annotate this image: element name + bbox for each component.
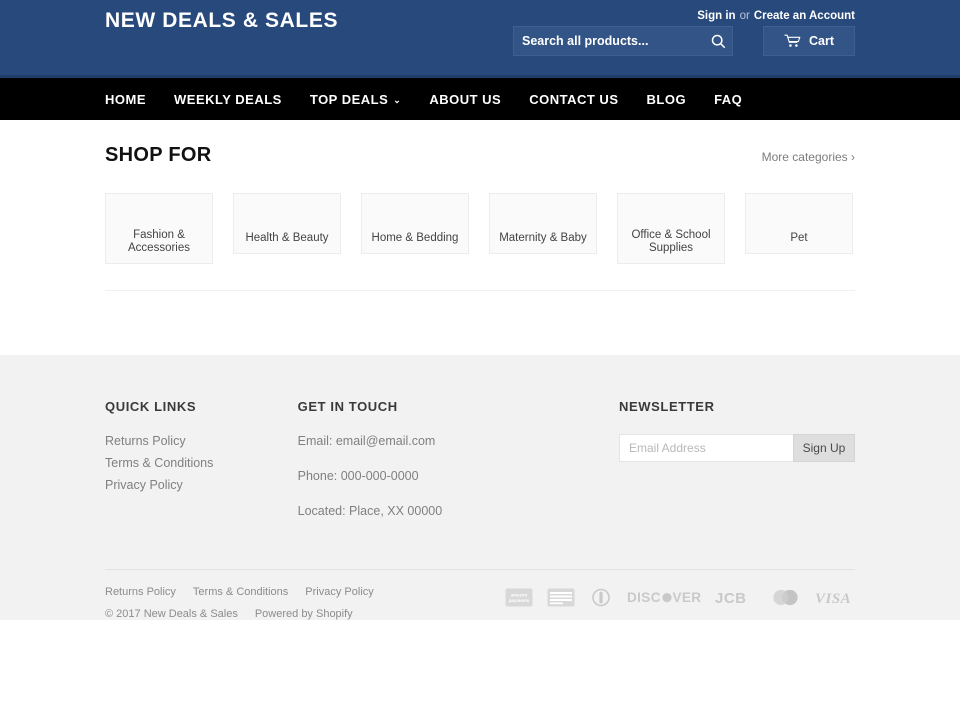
- account-or-text: or: [739, 10, 750, 22]
- header-inner: NEW DEALS & SALES Sign in or Create an Acc…: [105, 0, 855, 75]
- footer-column-quick-links: QUICK LINKS Returns Policy Terms & Condit…: [105, 399, 298, 539]
- contact-phone: Phone: 000-000-0000: [297, 469, 419, 483]
- site-header: NEW DEALS & SALES Sign in or Create an Acc…: [0, 0, 960, 78]
- category-tile-label: Fashion & Accessories: [128, 229, 190, 254]
- quick-links-list: Returns Policy Terms & Conditions Privacy …: [105, 434, 298, 492]
- main-content: SHOP FOR More categories › Fashion & Acc…: [105, 120, 855, 291]
- nav-item-label: ABOUT US: [429, 91, 502, 107]
- shop-header: SHOP FOR More categories ›: [105, 144, 855, 167]
- category-tile[interactable]: Health & Beauty: [233, 193, 341, 254]
- cart-icon: [784, 34, 801, 47]
- create-account-link[interactable]: Create an Account: [754, 10, 855, 22]
- nav-item-faq[interactable]: FAQ: [714, 92, 742, 107]
- newsletter-title: NEWSLETTER: [619, 399, 715, 414]
- site-logo[interactable]: NEW DEALS & SALES: [105, 8, 365, 34]
- footer-bottom-links: Returns Policy Terms & Conditions Privacy …: [105, 586, 374, 598]
- payment-icons: amazon payments DISC VER JCB VISA: [505, 584, 855, 608]
- svg-text:VISA: VISA: [815, 591, 851, 607]
- svg-text:DISC: DISC: [627, 590, 661, 605]
- search-icon: [711, 34, 725, 48]
- visa-icon: VISA: [815, 586, 855, 608]
- nav-item-contact-us[interactable]: CONTACT US: [529, 92, 618, 107]
- category-tile-label: Pet: [790, 232, 808, 244]
- discover-icon: DISC VER: [627, 586, 701, 608]
- quick-links-title: QUICK LINKS: [105, 399, 197, 414]
- get-in-touch-title: GET IN TOUCH: [297, 399, 398, 414]
- copyright-row: © 2017 New Deals & Sales Powered by Shop…: [105, 608, 374, 620]
- category-tile-label: Home & Bedding: [371, 232, 459, 244]
- jcb-icon: JCB: [715, 586, 755, 608]
- footer-column-get-in-touch: GET IN TOUCH Email: email@email.com Phon…: [298, 399, 619, 539]
- category-tile-label: Maternity & Baby: [499, 232, 587, 244]
- svg-text:VER: VER: [673, 590, 702, 605]
- nav-item-label: CONTACT US: [529, 91, 619, 107]
- more-categories-link[interactable]: More categories ›: [762, 150, 855, 164]
- category-tile[interactable]: Fashion & Accessories: [105, 193, 213, 264]
- category-tile-label: Health & Beauty: [245, 232, 329, 244]
- footer-columns: QUICK LINKS Returns Policy Terms & Condit…: [105, 399, 855, 539]
- cart-button[interactable]: Cart: [763, 26, 855, 56]
- page-title: SHOP FOR: [105, 144, 212, 166]
- quick-link[interactable]: Privacy Policy: [105, 478, 298, 492]
- footer-bottom-bar: Returns Policy Terms & Conditions Privacy …: [105, 569, 855, 620]
- nav-item-blog[interactable]: BLOG: [647, 92, 687, 107]
- category-tile[interactable]: Home & Bedding: [361, 193, 469, 254]
- nav-item-label: FAQ: [714, 91, 743, 107]
- category-tile[interactable]: Office & School Supplies: [617, 193, 725, 264]
- svg-text:payments: payments: [509, 598, 530, 603]
- category-tile[interactable]: Pet: [745, 193, 853, 254]
- footer-bottom-left: Returns Policy Terms & Conditions Privacy …: [105, 584, 374, 620]
- footer-bottom-link[interactable]: Terms & Conditions: [193, 586, 288, 598]
- newsletter-email-input[interactable]: [619, 434, 793, 462]
- search-button[interactable]: [704, 27, 732, 55]
- chevron-down-icon: ⌄: [393, 94, 402, 105]
- main-navigation: HOME WEEKLY DEALS TOP DEALS ⌄ ABOUT US CONTAC…: [0, 78, 960, 120]
- svg-text:amazon: amazon: [511, 592, 528, 597]
- nav-item-label: BLOG: [646, 91, 687, 107]
- footer-column-newsletter: NEWSLETTER Sign Up: [619, 399, 855, 539]
- search-bar: [513, 26, 733, 56]
- nav-items: HOME WEEKLY DEALS TOP DEALS ⌄ ABOUT US CONTAC…: [105, 78, 855, 120]
- contact-location: Located: Place, XX 00000: [297, 504, 443, 518]
- nav-item-label: WEEKLY DEALS: [174, 91, 282, 107]
- section-divider: [105, 290, 855, 291]
- category-tiles: Fashion & Accessories Health & Beauty Home…: [105, 193, 855, 264]
- mastercard-icon: [769, 586, 801, 608]
- nav-item-label: TOP DEALS: [309, 91, 389, 107]
- nav-item-label: HOME: [105, 91, 146, 107]
- copyright-text: © 2017 New Deals & Sales: [105, 608, 238, 620]
- nav-item-top-deals[interactable]: TOP DEALS ⌄: [310, 92, 401, 107]
- category-tile-label: Office & School Supplies: [631, 229, 711, 254]
- account-links: Sign in or Create an Account: [697, 10, 855, 22]
- footer-bottom-link[interactable]: Returns Policy: [105, 586, 176, 598]
- site-footer: QUICK LINKS Returns Policy Terms & Condit…: [0, 355, 960, 620]
- american-express-icon: [547, 586, 575, 608]
- quick-link[interactable]: Terms & Conditions: [105, 456, 298, 470]
- sign-in-link[interactable]: Sign in: [697, 10, 735, 22]
- contact-email: Email: email@email.com: [297, 434, 436, 448]
- quick-link[interactable]: Returns Policy: [105, 434, 298, 448]
- newsletter-form: Sign Up: [619, 434, 855, 462]
- nav-item-weekly-deals[interactable]: WEEKLY DEALS: [174, 92, 282, 107]
- amazon-payments-icon: amazon payments: [505, 586, 533, 608]
- page-root: NEW DEALS & SALES Sign in or Create an Acc…: [0, 0, 960, 720]
- powered-by-shopify-link[interactable]: Powered by Shopify: [255, 608, 353, 620]
- svg-text:JCB: JCB: [715, 590, 747, 607]
- category-tile[interactable]: Maternity & Baby: [489, 193, 597, 254]
- nav-item-home[interactable]: HOME: [105, 92, 146, 107]
- footer-bottom-link[interactable]: Privacy Policy: [305, 586, 373, 598]
- footer-inner: QUICK LINKS Returns Policy Terms & Condit…: [105, 399, 855, 620]
- newsletter-signup-button[interactable]: Sign Up: [793, 434, 855, 462]
- nav-item-about-us[interactable]: ABOUT US: [429, 92, 501, 107]
- search-input[interactable]: [514, 27, 704, 55]
- diners-club-icon: [589, 586, 613, 608]
- cart-label: Cart: [808, 34, 834, 48]
